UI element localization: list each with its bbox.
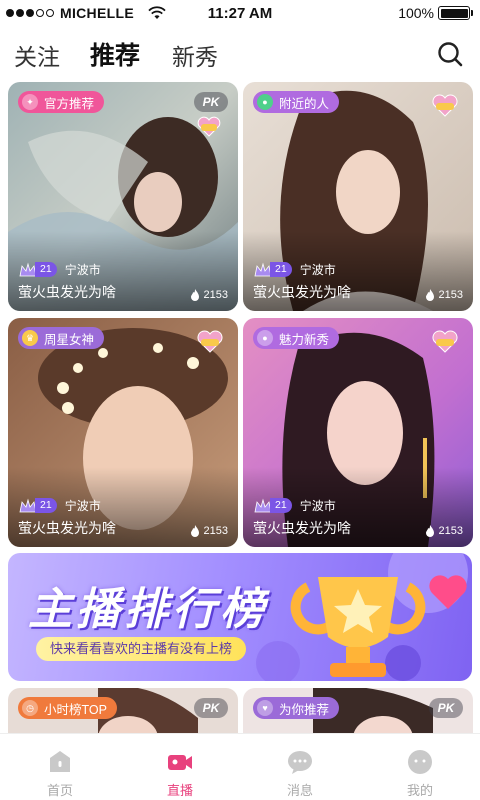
popularity: 2153 [425,289,463,301]
user-level: 21 宁波市 [253,261,336,278]
top-tabs: 关注 推荐 新秀 [0,30,480,80]
heart-small-icon: ♥ [257,700,273,716]
user-level: 21 宁波市 [253,497,336,514]
location-icon: ● [257,94,273,110]
stream-card[interactable]: ♛ 周星女神 21 宁波市 萤火虫发光为啥 2153 [8,318,238,547]
stream-title: 萤火虫发光为啥 [253,520,351,536]
pk-badge: PK [194,698,228,718]
tag-label: 小时榜TOP [44,702,107,717]
wifi-icon [148,6,166,19]
heart-wing-badge-icon [432,94,458,117]
stream-card[interactable]: ● 魅力新秀 21 宁波市 萤火虫发光为啥 2153 [243,318,473,547]
chat-icon [288,751,312,774]
heart-wing-badge-icon [432,330,458,353]
stream-card[interactable]: ● 附近的人 21 宁波市 萤火虫发光为啥 2153 [243,82,473,311]
ranking-banner[interactable]: 主播排行榜 快来看看喜欢的主播有没有上榜 [8,553,472,681]
nav-label: 消息 [286,783,313,798]
clock-icon: ◷ [22,700,38,716]
tag-label: 魅力新秀 [279,332,330,347]
heart-icon [429,575,467,609]
flame-icon [425,525,434,537]
tag-label: 为你推荐 [279,702,330,717]
tag-label: 附近的人 [279,96,330,111]
nearby-tag: ● 附近的人 [253,91,340,113]
tag-label: 官方推荐 [44,96,95,111]
battery-percent: 100% [398,5,434,21]
tag-label: 周星女神 [44,332,95,347]
nav-label: 首页 [46,783,73,798]
status-bar: MICHELLE 11:27 AM 100% [0,0,480,26]
live-camera-icon [168,755,192,770]
city-label: 宁波市 [64,263,101,277]
nav-live[interactable]: 直播 [120,734,240,800]
popularity: 2153 [425,525,463,537]
nav-label: 我的 [406,783,433,798]
level-number: 21 [35,498,57,513]
tab-newcomer[interactable]: 新秀 [172,38,218,72]
trophy-icon [290,577,426,677]
for-you-tag: ♥ 为你推荐 [253,697,340,719]
heat-count: 2153 [438,525,463,537]
popularity: 2153 [190,525,228,537]
nav-profile[interactable]: 我的 [360,734,480,800]
profile-icon [408,750,432,774]
pk-badge: PK [429,698,463,718]
signal-strength-icon [6,9,54,17]
stream-title: 萤火虫发光为啥 [253,284,351,300]
weekly-star-tag: ♛ 周星女神 [18,327,105,349]
carrier-name: MICHELLE [60,5,134,21]
banner-subtitle: 快来看看喜欢的主播有没有上榜 [36,637,247,661]
nav-messages[interactable]: 消息 [240,734,360,800]
level-number: 21 [270,262,292,277]
search-icon[interactable] [436,40,464,68]
stream-title: 萤火虫发光为啥 [18,284,116,300]
flame-icon [190,289,199,301]
popularity: 2153 [190,289,228,301]
stream-card[interactable]: ✦ 官方推荐 PK 21 宁波市 萤火虫发光为啥 2153 [8,82,238,311]
level-number: 21 [35,262,57,277]
hourly-top-tag: ◷ 小时榜TOP [18,697,117,719]
city-label: 宁波市 [299,499,336,513]
heat-count: 2153 [438,289,463,301]
clock: 11:27 AM [207,4,273,22]
tab-recommend[interactable]: 推荐 [90,36,140,72]
pk-badge: PK [194,92,228,112]
flame-icon [425,289,434,301]
charm-newcomer-tag: ● 魅力新秀 [253,327,340,349]
tab-follow[interactable]: 关注 [14,38,60,72]
user-level: 21 宁波市 [18,261,101,278]
banner-headline: 主播排行榜 [28,585,268,634]
city-label: 宁波市 [299,263,336,277]
heart-wing-badge-icon [197,116,221,137]
heart-wing-badge-icon [197,330,223,353]
bottom-nav: 首页 直播 消息 我的 [0,733,480,800]
hand-icon: ✦ [22,94,38,110]
nav-home[interactable]: 首页 [0,734,120,800]
nav-label: 直播 [166,783,193,798]
city-label: 宁波市 [64,499,101,513]
crown-star-icon: ♛ [22,330,38,346]
recommend-tag: ✦ 官方推荐 [18,91,105,113]
level-number: 21 [270,498,292,513]
drop-icon: ● [257,330,273,346]
heat-count: 2153 [203,525,228,537]
user-level: 21 宁波市 [18,497,101,514]
home-icon [50,751,70,772]
heat-count: 2153 [203,289,228,301]
flame-icon [190,525,199,537]
battery-icon [438,6,473,20]
stream-title: 萤火虫发光为啥 [18,520,116,536]
